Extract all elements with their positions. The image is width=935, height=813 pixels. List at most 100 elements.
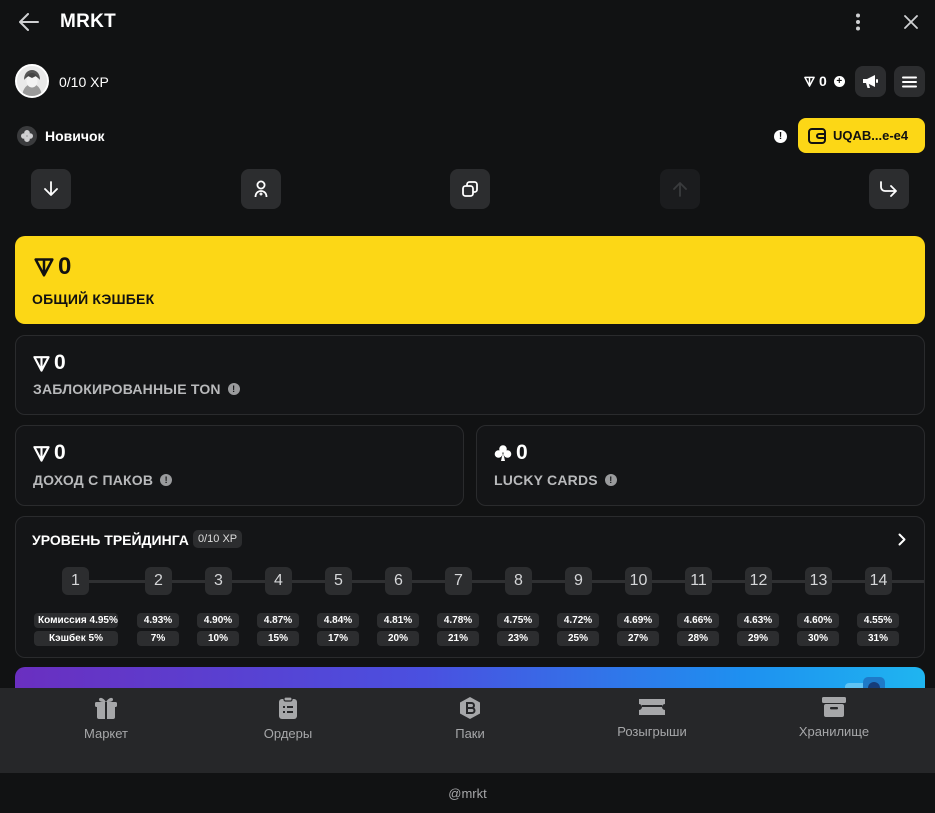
pack-income-card: 0 ДОХОД С ПАКОВ ! <box>15 425 464 506</box>
trading-level-open-button[interactable] <box>893 530 911 548</box>
lucky-cards-label-text: LUCKY CARDS <box>494 472 598 488</box>
avatar[interactable] <box>15 64 49 98</box>
total-cashback-label: ОБЩИЙ КЭШБЕК <box>32 291 154 307</box>
nav-orders-label: Ордеры <box>263 726 313 741</box>
trading-level-title: УРОВЕНЬ ТРЕЙДИНГА <box>32 532 189 548</box>
total-cashback-value: 0 <box>34 253 71 281</box>
trading-level-card[interactable]: УРОВЕНЬ ТРЕЙДИНГА 0/10 XP 1 Комиссия 4.95… <box>15 516 925 658</box>
info-icon[interactable]: ! <box>160 474 173 486</box>
menu-button[interactable] <box>894 66 925 97</box>
cashback-pill: 10% <box>197 631 239 646</box>
commission-pill: 4.72% <box>557 613 599 628</box>
close-icon <box>904 15 918 29</box>
announcements-button[interactable] <box>855 66 886 97</box>
trading-level-node: 9 <box>565 567 592 595</box>
trading-level-node: 10 <box>625 567 652 595</box>
cashback-pill: 30% <box>797 631 839 646</box>
withdraw-button[interactable] <box>660 169 700 209</box>
trading-level-node: 3 <box>205 567 232 595</box>
commission-pill: 4.63% <box>737 613 779 628</box>
nav-market[interactable]: Маркет <box>31 696 181 741</box>
cashback-pill: 31% <box>857 631 899 646</box>
nav-market-label: Маркет <box>83 726 129 741</box>
app-title: MRKT <box>60 11 117 32</box>
pack-income-value: 0 <box>33 441 66 465</box>
chevron-right-icon <box>898 533 906 545</box>
pack-income-amount: 0 <box>54 441 66 464</box>
lucky-cards-amount: 0 <box>516 441 528 464</box>
cashback-pill: 23% <box>497 631 539 646</box>
info-icon[interactable]: ! <box>227 383 240 395</box>
back-button[interactable] <box>14 8 44 36</box>
cashback-pill: 27% <box>617 631 659 646</box>
arrow-up-icon <box>673 182 687 197</box>
add-balance-icon[interactable]: + <box>833 75 845 87</box>
commission-pill: 4.87% <box>257 613 299 628</box>
more-options-button[interactable] <box>846 10 870 34</box>
club-icon <box>494 445 512 461</box>
pack-income-label: ДОХОД С ПАКОВ ! <box>33 472 173 488</box>
trading-level-node: 14 <box>865 567 892 595</box>
cashback-pill: 7% <box>137 631 179 646</box>
lucky-cards-label: LUCKY CARDS ! <box>494 472 617 488</box>
copy-button[interactable] <box>450 169 490 209</box>
trading-level-node: 2 <box>145 567 172 595</box>
kebab-icon <box>856 13 860 31</box>
cashback-pill: 15% <box>257 631 299 646</box>
commission-pill: 4.60% <box>797 613 839 628</box>
clover-icon <box>21 130 33 142</box>
close-button[interactable] <box>898 10 924 34</box>
nav-packs[interactable]: Паки <box>395 696 545 741</box>
pack-icon <box>460 697 480 719</box>
commission-pill: 4.93% <box>137 613 179 628</box>
locked-ton-value: 0 <box>33 351 66 375</box>
trading-level-node: 11 <box>685 567 712 595</box>
commission-pill: 4.69% <box>617 613 659 628</box>
commission-pill: 4.81% <box>377 613 419 628</box>
lucky-cards-card: 0 LUCKY CARDS ! <box>476 425 925 506</box>
lucky-cards-value: 0 <box>494 441 528 465</box>
cashback-pill: Кэшбек 5% <box>34 631 118 646</box>
trading-level-node: 8 <box>505 567 532 595</box>
pack-income-label-text: ДОХОД С ПАКОВ <box>33 472 154 488</box>
deposit-button[interactable] <box>31 169 71 209</box>
nav-giveaways-label: Розыгрыши <box>617 724 687 739</box>
wallet-warning-icon[interactable]: ! <box>774 130 787 143</box>
footer-handle: @mrkt <box>448 785 487 801</box>
locked-ton-amount: 0 <box>54 351 66 374</box>
trading-level-xp-badge: 0/10 XP <box>193 530 243 548</box>
nav-storage[interactable]: Хранилище <box>759 696 909 739</box>
nav-packs-label: Паки <box>455 726 485 741</box>
ton-icon <box>34 258 54 277</box>
cashback-pill: 28% <box>677 631 719 646</box>
locked-ton-label: ЗАБЛОКИРОВАННЫЕ TON ! <box>33 381 240 397</box>
cashback-pill: 20% <box>377 631 419 646</box>
trading-level-node: 5 <box>325 567 352 595</box>
archive-icon <box>822 697 846 717</box>
trading-level-node: 12 <box>745 567 772 595</box>
trading-level-track <box>76 580 924 583</box>
info-icon[interactable]: ! <box>604 474 617 486</box>
trading-level-node: 4 <box>265 567 292 595</box>
transfer-button[interactable] <box>869 169 909 209</box>
user-add-icon <box>254 180 268 198</box>
nav-giveaways[interactable]: Розыгрыши <box>577 696 727 739</box>
trading-level-node: 7 <box>445 567 472 595</box>
trading-level-node: 1 <box>62 567 89 595</box>
wallet-button[interactable]: UQAB...e-e4 <box>798 118 925 153</box>
ton-icon <box>804 76 815 87</box>
nav-orders[interactable]: Ордеры <box>213 696 363 741</box>
rank-label: Новичок <box>45 128 105 144</box>
anime-avatar-icon <box>17 66 47 96</box>
locked-ton-card: 0 ЗАБЛОКИРОВАННЫЕ TON ! <box>15 335 925 415</box>
xp-progress-text: 0/10 XP <box>59 74 109 90</box>
referral-button[interactable] <box>241 169 281 209</box>
ton-balance[interactable]: 0 + <box>804 73 845 89</box>
total-cashback-label-text: ОБЩИЙ КЭШБЕК <box>32 291 155 307</box>
commission-pill: 4.75% <box>497 613 539 628</box>
commission-pill: 4.84% <box>317 613 359 628</box>
total-cashback-amount: 0 <box>58 253 72 280</box>
wallet-address: UQAB...e-e4 <box>833 128 909 143</box>
cashback-pill: 29% <box>737 631 779 646</box>
clipboard-icon <box>279 696 297 719</box>
